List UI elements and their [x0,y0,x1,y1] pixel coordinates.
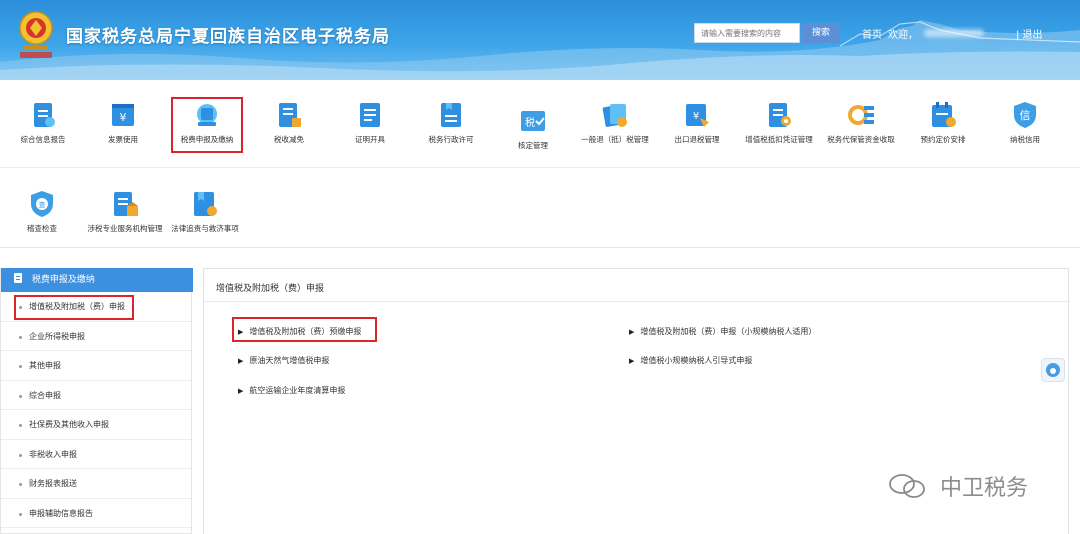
service-refund[interactable]: 一般退（抵）税管理 [576,100,654,145]
triangle-right-icon: ▶ [629,357,635,365]
floating-help-button[interactable] [1041,358,1065,382]
service-custody-fund[interactable]: 税务代保管资金收取 [822,100,900,145]
link-aviation-annual[interactable]: ▶ 航空运输企业年度清算申报 [238,385,345,396]
service-credit[interactable]: 信 纳税信用 [986,100,1064,145]
service-permit[interactable]: 税务行政许可 [412,100,490,145]
tax-emblem-icon [19,11,53,58]
credit-icon: 信 [1014,102,1036,128]
svg-text:信: 信 [1020,109,1031,122]
triangle-right-icon: ▶ [238,387,244,395]
svg-text:¥: ¥ [120,111,127,124]
sidebar-header[interactable]: 税费申报及缴纳 [1,268,193,292]
service-export-refund[interactable]: ¥ 出口退税管理 [658,100,736,145]
headset-icon [1046,363,1060,377]
sidebar-item-corporate-income-tax[interactable]: 企业所得税申报 [1,322,191,351]
tax-reduction-icon [279,103,301,127]
vat-voucher-icon [769,103,791,127]
service-tax-reduction[interactable]: 税收减免 [250,100,328,145]
service-legal[interactable]: 法律追责与救济事项 [166,189,244,234]
service-inspection[interactable]: 查 稽查检查 [3,189,81,234]
service-vat-voucher[interactable]: 增值税抵扣凭证管理 [740,100,818,145]
agency-icon [114,192,138,216]
export-refund-icon: ¥ [686,104,709,127]
sidebar-item-comprehensive[interactable]: 综合申报 [1,381,191,410]
service-verify[interactable]: 税 核定管理 [494,106,572,151]
svg-text:税: 税 [525,116,535,129]
content-title: 增值税及附加税（费）申报 [216,284,325,294]
permit-icon [441,103,461,127]
sidebar-item-other[interactable]: 其他申报 [1,351,191,381]
triangle-right-icon: ▶ [238,357,244,365]
highlight-sidebar-vat [14,295,134,320]
welcome-text: 欢迎， [888,30,918,41]
svg-text:查: 查 [39,200,46,209]
link-crude-oil-gas[interactable]: ▶ 原油天然气增值税申报 [238,355,329,366]
sidebar-item-social-security[interactable]: 社保费及其他收入申报 [1,410,191,440]
site-header: 国家税务总局宁夏回族自治区电子税务局 搜索 首页 欢迎， | 退出 [0,0,1080,80]
verify-icon: 税 [521,111,545,131]
svg-text:¥: ¥ [693,111,699,122]
sidebar-item-auxiliary-info[interactable]: 申报辅助信息报告 [1,499,191,528]
logout-link[interactable]: | 退出 [1016,26,1043,41]
custody-fund-icon [848,105,874,125]
service-pricing[interactable]: 预约定价安排 [904,100,982,145]
legal-icon [194,192,217,216]
report-icon [34,103,55,127]
sidebar-item-financial-report[interactable]: 财务报表报送 [1,469,191,499]
highlight-vat-prepay [232,317,377,342]
highlight-tax-declare [171,97,243,153]
divider [204,301,1070,302]
sidebar-header-label: 税费申报及缴纳 [31,275,95,285]
triangle-right-icon: ▶ [629,328,635,336]
user-name-blurred [924,29,984,37]
invoice-icon: ¥ [112,104,134,126]
wechat-icon [889,474,925,498]
service-report[interactable]: 综合信息报告 [4,100,82,145]
link-vat-guided[interactable]: ▶ 增值税小规模纳税人引导式申报 [629,355,752,366]
site-title: 国家税务总局宁夏回族自治区电子税务局 [66,27,390,47]
service-invoice[interactable]: ¥ 发票使用 [84,100,162,145]
certificate-icon [360,103,380,127]
home-link[interactable]: 首页 [862,26,882,41]
inspection-icon: 查 [31,191,53,217]
link-vat-small-scale[interactable]: ▶ 增值税及附加税（费）申报（小规模纳税人适用） [629,326,816,337]
sidebar-item-non-tax[interactable]: 非税收入申报 [1,440,191,469]
search-input[interactable] [694,23,800,43]
search-button[interactable]: 搜索 [802,23,840,43]
service-certificate[interactable]: 证明开具 [331,100,409,145]
service-agency[interactable]: 涉税专业服务机构管理 [86,189,164,234]
watermark-text: 中卫税务 [940,476,1029,501]
pricing-icon [932,102,956,127]
refund-icon [602,104,627,127]
document-icon [14,273,22,283]
